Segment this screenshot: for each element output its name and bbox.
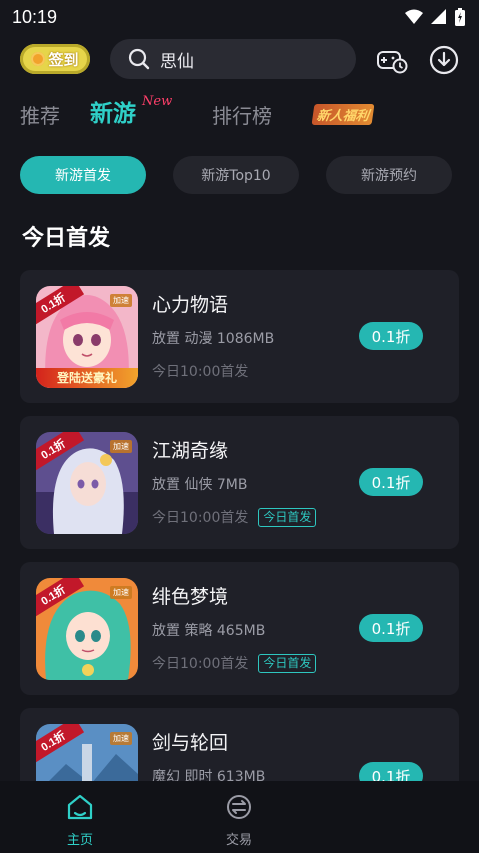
download-icon[interactable] xyxy=(428,44,460,76)
tab-new-superscript: New xyxy=(142,94,173,109)
battery-icon xyxy=(455,8,465,26)
game-card[interactable]: 0.1折 加速 登陆送豪礼 心力物语 放置 动漫 1086MB 今日10:00首… xyxy=(20,270,459,403)
search-value: 思仙 xyxy=(160,51,194,72)
search-input[interactable]: 思仙 xyxy=(110,39,356,79)
game-name: 江湖奇缘 xyxy=(152,440,229,462)
thumb-tag: 加速 xyxy=(110,294,132,307)
nav-home-label: 主页 xyxy=(66,833,93,848)
section-title: 今日首发 xyxy=(22,226,111,251)
game-card[interactable]: 0.1折 加速 绯色梦境 放置 策略 465MB 今日10:00首发 今日首发 … xyxy=(20,562,459,695)
tab-ranking[interactable]: 排行榜 xyxy=(212,100,272,129)
thumb-banner: 登陆送豪礼 xyxy=(36,368,138,388)
release-badge: 今日首发 xyxy=(258,653,317,673)
game-history-icon[interactable] xyxy=(376,44,408,76)
thumb-tag: 加速 xyxy=(110,732,132,745)
wifi-icon xyxy=(405,9,423,24)
game-release: 今日10:00首发 xyxy=(152,361,248,381)
coin-icon xyxy=(31,52,46,66)
release-time: 今日10:00首发 xyxy=(152,510,249,526)
thumb-tag: 加速 xyxy=(110,440,132,453)
game-name: 绯色梦境 xyxy=(152,586,229,608)
exchange-icon xyxy=(227,795,251,819)
home-icon xyxy=(67,794,93,820)
discount-button[interactable]: 0.1折 xyxy=(359,468,423,496)
release-time: 今日10:00首发 xyxy=(152,656,249,672)
game-thumbnail: 0.1折 加速 xyxy=(36,578,138,680)
status-bar: 10:19 xyxy=(0,0,479,34)
game-thumbnail: 0.1折 加速 xyxy=(36,432,138,534)
nav-trade[interactable]: 交易 xyxy=(199,793,279,848)
tab-new-user-gift[interactable]: 新人福利 xyxy=(311,104,375,125)
category-tabs: 推荐 新游 New 排行榜 新人福利 xyxy=(0,92,479,138)
search-icon xyxy=(128,48,150,70)
game-thumbnail: 0.1折 加速 登陆送豪礼 xyxy=(36,286,138,388)
release-time: 今日10:00首发 xyxy=(152,364,249,380)
chip-new-top10[interactable]: 新游Top10 xyxy=(173,156,299,194)
signal-icon xyxy=(431,9,446,24)
top-bar: 签到 思仙 xyxy=(0,38,479,82)
checkin-button[interactable]: 签到 xyxy=(20,44,90,74)
release-badge: 今日首发 xyxy=(258,507,317,527)
game-tags: 放置 仙侠 7MB xyxy=(152,477,248,493)
bottom-nav: 主页 交易 xyxy=(0,781,479,853)
chip-new-reservation[interactable]: 新游预约 xyxy=(326,156,452,194)
game-tags: 放置 策略 465MB xyxy=(152,623,266,639)
game-card[interactable]: 0.1折 加速 江湖奇缘 放置 仙侠 7MB 今日10:00首发 今日首发 0.… xyxy=(20,416,459,549)
game-tags: 放置 动漫 1086MB xyxy=(152,331,275,347)
tab-recommend[interactable]: 推荐 xyxy=(20,100,60,129)
discount-button[interactable]: 0.1折 xyxy=(359,322,423,350)
filter-chips: 新游首发 新游Top10 新游预约 xyxy=(0,156,479,196)
chip-new-release[interactable]: 新游首发 xyxy=(20,156,146,194)
game-name: 心力物语 xyxy=(152,294,229,316)
game-release: 今日10:00首发 今日首发 xyxy=(152,653,317,673)
status-icons xyxy=(405,8,465,26)
checkin-label: 签到 xyxy=(48,50,79,69)
thumb-tag: 加速 xyxy=(110,586,132,599)
tab-new-games-label: 新游 xyxy=(90,101,136,127)
game-release: 今日10:00首发 今日首发 xyxy=(152,507,317,527)
nav-home[interactable]: 主页 xyxy=(40,793,120,848)
status-time: 10:19 xyxy=(12,6,58,27)
game-name: 剑与轮回 xyxy=(152,732,229,754)
discount-button[interactable]: 0.1折 xyxy=(359,614,423,642)
nav-trade-label: 交易 xyxy=(225,833,252,848)
tab-new-games[interactable]: 新游 New xyxy=(90,94,172,128)
